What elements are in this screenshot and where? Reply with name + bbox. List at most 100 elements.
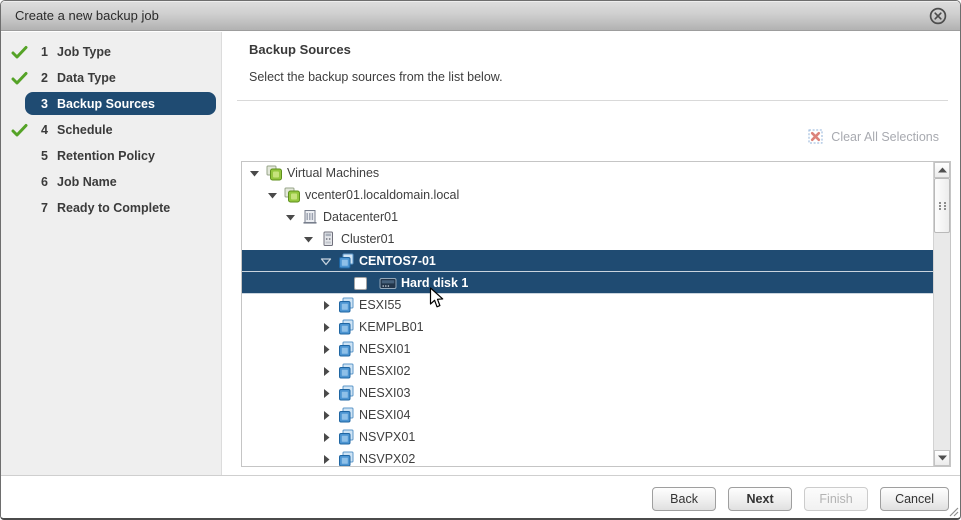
step-label: Job Type — [57, 45, 111, 59]
tree-item-label: NSVPX02 — [359, 452, 416, 466]
step-number: 3 — [41, 97, 48, 111]
step-number: 2 — [41, 71, 48, 85]
step-number: 7 — [41, 201, 48, 215]
step-label: Schedule — [57, 123, 113, 137]
scroll-down-button[interactable] — [934, 450, 950, 466]
tree-item-label: NESXI02 — [359, 364, 411, 378]
backup-sources-tree: Virtual Machines vcenter01.localdomain.lo… — [241, 161, 951, 467]
clear-all-selections-button[interactable]: Clear All Selections — [808, 128, 939, 145]
vm-green-icon — [283, 187, 301, 203]
step-check-placeholder — [11, 97, 28, 112]
wizard-step-retention-policy[interactable]: 5 Retention Policy — [1, 143, 221, 169]
divider — [237, 100, 948, 101]
vm-blue-icon — [337, 385, 355, 401]
tree-scrollbar[interactable] — [933, 162, 950, 466]
tree-item-nesxi03[interactable]: NESXI03 — [242, 382, 933, 404]
step-check-placeholder — [11, 149, 28, 164]
dialog-titlebar[interactable]: Create a new backup job — [1, 1, 960, 31]
tree-rows: Virtual Machines vcenter01.localdomain.lo… — [242, 162, 933, 466]
tree-item-nesxi02[interactable]: NESXI02 — [242, 360, 933, 382]
expand-arrow-icon[interactable] — [320, 432, 332, 443]
create-backup-job-dialog: Create a new backup job 1 Job Type 2 Data T… — [0, 0, 961, 520]
tree-item-label: CENTOS7-01 — [359, 254, 436, 268]
vm-blue-icon — [337, 297, 355, 313]
tree-item-label: Datacenter01 — [323, 210, 399, 224]
tree-item-label: KEMPLB01 — [359, 320, 424, 334]
tree-item-virtual-machines[interactable]: Virtual Machines — [242, 162, 933, 184]
wizard-step-data-type[interactable]: 2 Data Type — [1, 65, 221, 91]
step-number: 4 — [41, 123, 48, 137]
dialog-footer: Back Next Finish Cancel — [1, 475, 960, 518]
tree-item-label: NESXI01 — [359, 342, 411, 356]
tree-item-kemplb01[interactable]: KEMPLB01 — [242, 316, 933, 338]
collapse-arrow-icon[interactable] — [248, 168, 260, 179]
tree-item-nesxi04[interactable]: NESXI04 — [242, 404, 933, 426]
wizard-step-schedule[interactable]: 4 Schedule — [1, 117, 221, 143]
tree-item-vcenter01-localdomain-local[interactable]: vcenter01.localdomain.local — [242, 184, 933, 206]
expand-arrow-icon[interactable] — [320, 454, 332, 465]
dialog-title: Create a new backup job — [15, 8, 159, 23]
vm-blue-icon — [337, 429, 355, 445]
tree-item-datacenter01[interactable]: Datacenter01 — [242, 206, 933, 228]
clear-selections-icon — [808, 129, 823, 144]
step-label: Data Type — [57, 71, 116, 85]
clear-all-selections-label: Clear All Selections — [831, 129, 939, 144]
expand-arrow-icon[interactable] — [320, 322, 332, 333]
tree-item-label: ESXI55 — [359, 298, 402, 312]
step-number: 5 — [41, 149, 48, 163]
wizard-step-backup-sources[interactable]: 3 Backup Sources — [1, 91, 221, 117]
wizard-step-job-name[interactable]: 6 Job Name — [1, 169, 221, 195]
close-icon[interactable] — [929, 7, 947, 25]
expand-arrow-icon[interactable] — [320, 366, 332, 377]
step-number: 1 — [41, 45, 48, 59]
tree-item-hard-disk-1[interactable]: Hard disk 1 — [242, 272, 933, 294]
collapse-arrow-icon[interactable] — [302, 234, 314, 245]
tree-item-label: NSVPX01 — [359, 430, 416, 444]
step-check-placeholder — [11, 175, 28, 190]
footer-buttons: Back Next Finish Cancel — [652, 487, 949, 511]
vm-blue-icon — [337, 319, 355, 335]
vm-green-icon — [265, 165, 283, 181]
expand-arrow-icon[interactable] — [320, 344, 332, 355]
next-button[interactable]: Next — [728, 487, 793, 511]
scroll-up-button[interactable] — [934, 162, 950, 178]
expand-arrow-icon[interactable] — [320, 410, 332, 421]
cancel-button[interactable]: Cancel — [880, 487, 949, 511]
vm-blue-icon — [337, 451, 355, 466]
tree-item-esxi55[interactable]: ESXI55 — [242, 294, 933, 316]
datacenter-icon — [301, 209, 319, 225]
step-label: Job Name — [57, 175, 117, 189]
vm-blue-icon — [337, 407, 355, 423]
tree-item-label: Hard disk 1 — [401, 276, 469, 290]
tree-item-cluster01[interactable]: Cluster01 — [242, 228, 933, 250]
tree-item-nsvpx02[interactable]: NSVPX02 — [242, 448, 933, 466]
collapse-arrow-icon[interactable] — [320, 256, 332, 267]
step-number: 6 — [41, 175, 48, 189]
tree-item-label: NESXI03 — [359, 386, 411, 400]
expand-arrow-icon[interactable] — [320, 300, 332, 311]
step-label: Backup Sources — [57, 97, 155, 111]
back-button[interactable]: Back — [652, 487, 717, 511]
finish-button: Finish — [804, 487, 869, 511]
tree-item-nsvpx01[interactable]: NSVPX01 — [242, 426, 933, 448]
collapse-arrow-icon[interactable] — [284, 212, 296, 223]
collapse-arrow-icon[interactable] — [266, 190, 278, 201]
vm-blue-icon — [337, 253, 355, 269]
tree-item-label: vcenter01.localdomain.local — [305, 188, 460, 202]
tree-item-label: NESXI04 — [359, 408, 411, 422]
step-check-placeholder — [11, 201, 28, 216]
step-check-icon — [11, 123, 28, 138]
wizard-step-ready-to-complete[interactable]: 7 Ready to Complete — [1, 195, 221, 221]
vm-blue-icon — [337, 363, 355, 379]
tree-item-centos7-01[interactable]: CENTOS7-01 — [242, 250, 933, 272]
expand-arrow-icon[interactable] — [320, 388, 332, 399]
tree-item-nesxi01[interactable]: NESXI01 — [242, 338, 933, 360]
resize-grip-icon[interactable] — [947, 505, 959, 517]
cluster-icon — [319, 231, 337, 247]
tree-item-label: Cluster01 — [341, 232, 395, 246]
scrollbar-thumb[interactable] — [934, 178, 950, 233]
vm-blue-icon — [337, 341, 355, 357]
hard-disk-checkbox[interactable] — [354, 276, 367, 290]
wizard-step-job-type[interactable]: 1 Job Type — [1, 39, 221, 65]
step-check-icon — [11, 45, 28, 60]
